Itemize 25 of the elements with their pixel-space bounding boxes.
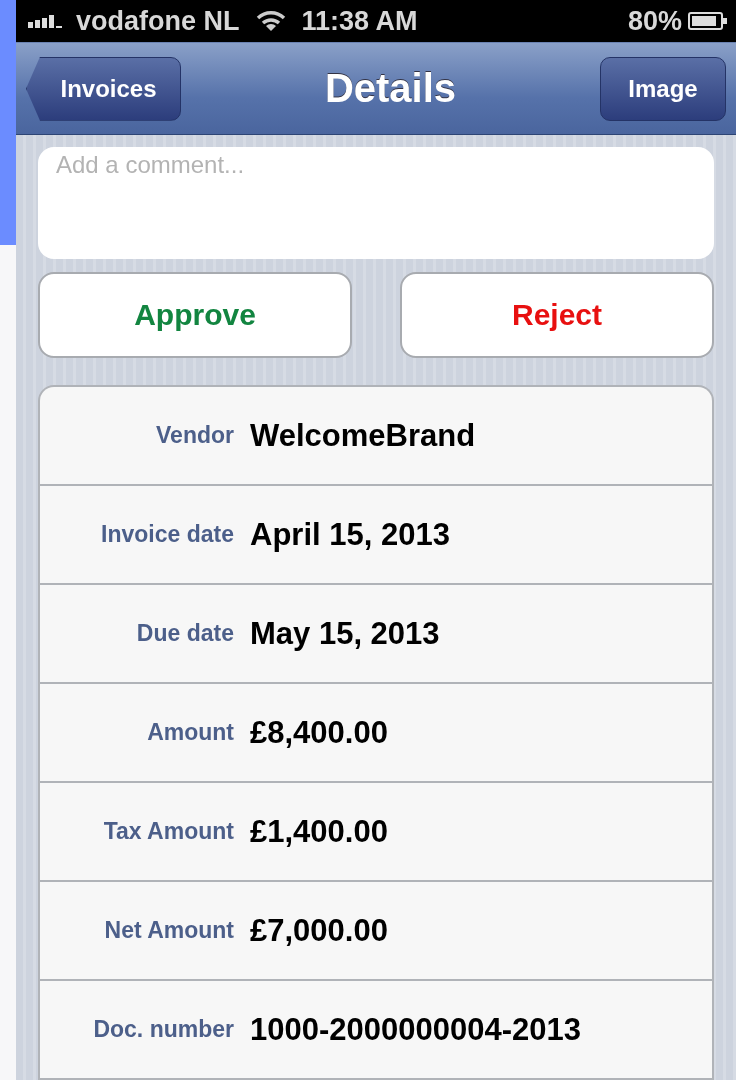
field-label: Vendor xyxy=(155,422,234,449)
field-label: Net Amount xyxy=(103,917,234,944)
battery-percent: 80% xyxy=(627,5,682,37)
field-value: £7,000.00 xyxy=(250,912,388,949)
field-value: May 15, 2013 xyxy=(250,615,440,652)
back-button[interactable]: Invoices xyxy=(26,56,181,121)
status-time: 11:38 AM xyxy=(301,5,419,37)
field-label: Tax Amount xyxy=(102,818,234,845)
approve-button[interactable]: Approve xyxy=(38,272,352,358)
field-value: £1,400.00 xyxy=(250,813,388,850)
field-label: Doc. number xyxy=(92,1016,234,1043)
comment-field[interactable]: Add a comment... xyxy=(38,147,714,259)
field-value: 1000-2000000004-2013 xyxy=(250,1011,581,1048)
reject-button[interactable]: Reject xyxy=(400,272,714,358)
field-label: Amount xyxy=(146,719,234,746)
field-value: WelcomeBrand xyxy=(250,417,476,454)
screen-title: Details xyxy=(324,66,457,112)
field-label: Due date xyxy=(135,620,234,647)
field-value: £8,400.00 xyxy=(250,714,388,751)
field-value: April 15, 2013 xyxy=(250,516,450,553)
field-label: Invoice date xyxy=(100,521,234,548)
wifi-icon xyxy=(255,10,286,33)
carrier-name: vodafone NL xyxy=(76,5,240,37)
battery-icon xyxy=(688,11,728,32)
image-button[interactable]: Image xyxy=(600,56,726,121)
